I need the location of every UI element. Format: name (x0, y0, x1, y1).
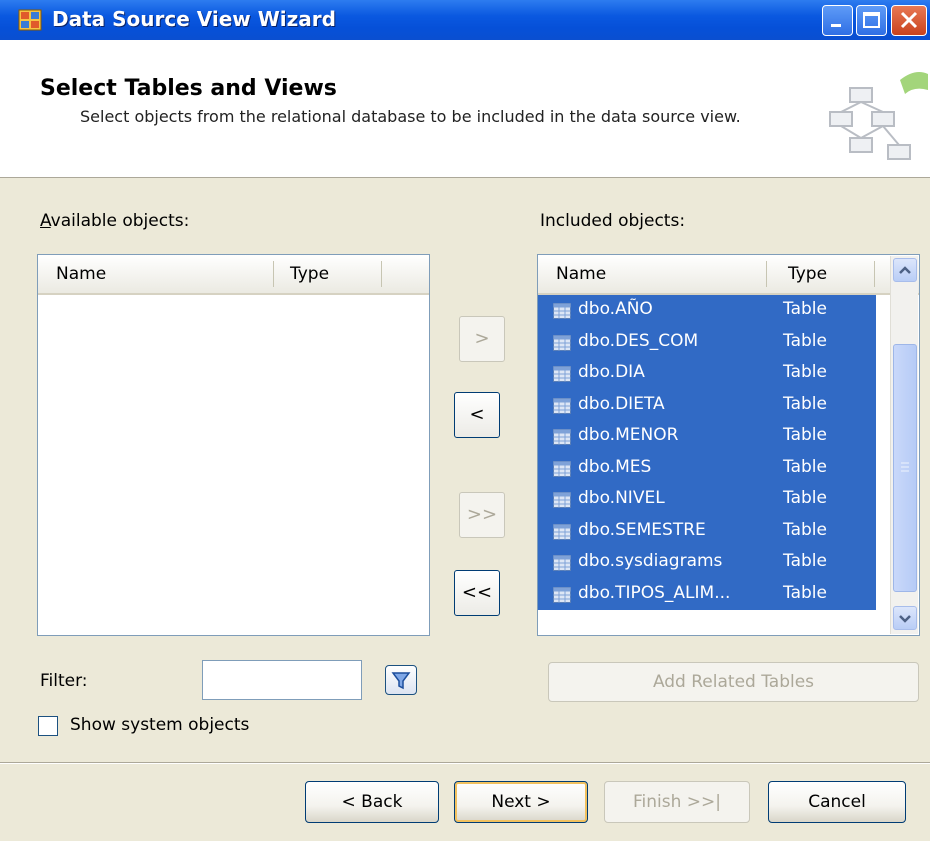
table-row[interactable]: dbo.MES Table (538, 452, 876, 484)
chevron-up-icon (899, 266, 911, 274)
table-icon (553, 397, 571, 414)
back-button[interactable]: < Back (305, 781, 439, 823)
column-header-name[interactable]: Name (556, 264, 606, 284)
next-button[interactable]: Next > (454, 781, 588, 823)
row-type: Table (783, 362, 827, 382)
grip-icon (901, 462, 909, 472)
row-name: dbo.DIETA (578, 393, 665, 414)
table-icon (553, 492, 571, 508)
row-type: Table (783, 456, 827, 477)
included-list-header: Name Type (538, 255, 919, 295)
remove-all-button[interactable]: << (454, 570, 500, 616)
table-icon (553, 303, 571, 319)
column-header-type[interactable]: Type (290, 264, 329, 284)
row-name: dbo.SEMESTRE (578, 519, 706, 540)
table-row[interactable]: dbo.AÑO Table (538, 295, 876, 327)
row-name: dbo.MENOR (578, 425, 679, 445)
table-row[interactable]: dbo.TIPOS_ALIM... Table (538, 578, 876, 610)
row-name: dbo.AÑO (578, 299, 653, 319)
add-related-tables-button[interactable]: Add Related Tables (548, 662, 919, 702)
table-row[interactable]: dbo.SEMESTRE Table (538, 515, 876, 547)
table-row[interactable]: dbo.DES_COM Table (538, 326, 876, 358)
row-type: Table (783, 393, 827, 414)
row-type: Table (783, 551, 827, 571)
close-button[interactable] (891, 5, 927, 36)
included-objects-label: Included objects: (540, 211, 686, 231)
table-icon (553, 523, 571, 540)
funnel-icon (391, 672, 411, 690)
table-icon (553, 586, 571, 603)
window-title: Data Source View Wizard (52, 7, 336, 31)
minimize-button[interactable] (822, 5, 853, 36)
title-bar[interactable]: Data Source View Wizard (0, 0, 930, 40)
scroll-down-button[interactable] (893, 606, 917, 630)
maximize-button[interactable] (856, 5, 887, 36)
table-icon (553, 555, 571, 571)
row-type: Table (783, 488, 827, 508)
row-name: dbo.DIA (578, 362, 645, 382)
close-icon (900, 11, 918, 29)
table-row[interactable]: dbo.sysdiagrams Table (538, 547, 876, 579)
data-source-graphic-icon (829, 72, 928, 160)
row-type: Table (783, 519, 827, 540)
table-icon (553, 334, 571, 351)
filter-label: Filter: (40, 671, 88, 691)
available-objects-label: Available objects: (40, 211, 190, 231)
included-objects-list[interactable]: Name Type dbo.AÑO Table dbo.DES_COM Table db… (537, 254, 920, 636)
footer-divider (0, 762, 930, 764)
add-selected-button[interactable]: > (459, 316, 505, 362)
minimize-icon (831, 24, 841, 27)
chevron-down-icon (899, 615, 911, 623)
row-name: dbo.sysdiagrams (578, 551, 723, 571)
show-system-objects-checkbox[interactable] (38, 716, 58, 736)
row-name: dbo.NIVEL (578, 488, 665, 508)
row-name: dbo.TIPOS_ALIM... (578, 582, 731, 603)
remove-selected-button[interactable]: < (454, 392, 500, 438)
page-description: Select objects from the relational datab… (80, 107, 741, 126)
table-row[interactable]: dbo.DIA Table (538, 358, 876, 390)
table-icon (553, 460, 571, 477)
finish-button[interactable]: Finish >>| (604, 781, 750, 823)
wizard-app-icon (18, 9, 42, 31)
row-type: Table (783, 299, 827, 319)
table-icon (553, 429, 571, 445)
row-name: dbo.DES_COM (578, 330, 699, 351)
row-name: dbo.MES (578, 456, 652, 477)
table-row[interactable]: dbo.MENOR Table (538, 421, 876, 453)
available-list-header: Name Type (38, 255, 429, 295)
scroll-up-button[interactable] (893, 258, 917, 282)
row-type: Table (783, 582, 827, 603)
column-header-type[interactable]: Type (788, 264, 827, 284)
table-icon (553, 366, 571, 382)
table-row[interactable]: dbo.DIETA Table (538, 389, 876, 421)
table-row[interactable]: dbo.NIVEL Table (538, 484, 876, 516)
cancel-button[interactable]: Cancel (768, 781, 906, 823)
show-system-objects-label: Show system objects (70, 715, 250, 735)
filter-input[interactable] (202, 660, 362, 700)
row-type: Table (783, 425, 827, 445)
available-objects-list[interactable]: Name Type (37, 254, 430, 636)
maximize-icon (863, 12, 880, 28)
column-header-name[interactable]: Name (56, 264, 106, 284)
included-list-scrollbar[interactable] (890, 256, 918, 634)
page-title: Select Tables and Views (40, 76, 337, 101)
filter-button[interactable] (385, 665, 417, 695)
scroll-thumb[interactable] (893, 344, 917, 592)
add-all-button[interactable]: >> (459, 492, 505, 538)
row-type: Table (783, 330, 827, 351)
